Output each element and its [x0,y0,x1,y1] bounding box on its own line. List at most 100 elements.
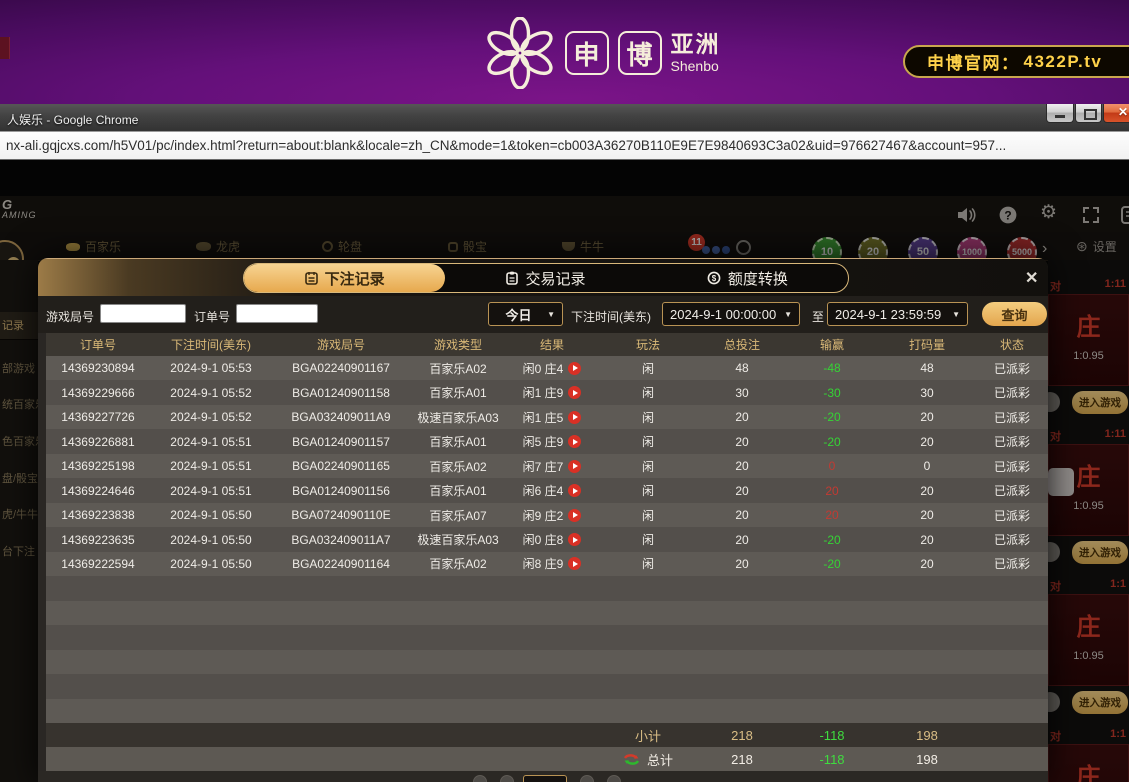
close-modal-button[interactable]: ✕ [1025,268,1038,288]
cell-game: 百家乐A01 [410,482,506,499]
cell-round: BGA0724090110E [272,508,410,522]
screen: 申 博 亚洲 Shenbo 申博官网： 4322P.tv 人娱乐 - Googl… [0,0,1129,782]
cell-order: 14369226881 [46,435,150,449]
modal-tabs: 下注记录 交易记录 $ 额度转换 [243,263,849,293]
replay-play-button[interactable] [568,484,581,497]
pagination-next-button[interactable] [580,775,594,782]
cell-turnover: 48 [878,361,976,375]
pagination-first-button[interactable] [473,775,487,782]
search-button[interactable]: 查询 [982,302,1047,326]
replay-play-button[interactable] [568,435,581,448]
table-row[interactable]: 14369223838 2024-9-1 05:50 BGA0724090110… [46,503,1048,527]
cell-play: 闲 [598,360,698,377]
col-win: 输赢 [786,336,878,353]
table-row[interactable]: 14369226881 2024-9-1 05:51 BGA0124090115… [46,429,1048,453]
maximize-button[interactable] [1075,104,1102,123]
replay-play-button[interactable] [568,509,581,522]
cell-result: 闲6 庄4 [506,482,598,499]
black-strip [0,160,1129,196]
cell-time: 2024-9-1 05:53 [150,361,272,375]
cell-time: 2024-9-1 05:50 [150,533,272,547]
replay-play-button[interactable] [568,411,581,424]
replay-play-button[interactable] [568,557,581,570]
credit-transfer-icon: $ [707,271,721,285]
pagination-page-input[interactable] [523,775,567,782]
cell-game: 百家乐A02 [410,360,506,377]
pagination-last-button[interactable] [607,775,621,782]
table-header: 订单号 下注时间(美东) 游戏局号 游戏类型 结果 玩法 总投注 输赢 打码量 … [46,333,1048,356]
bet-records-modal: 下注记录 交易记录 $ 额度转换 [38,258,1048,782]
logo-char-shen: 申 [565,31,609,75]
replay-play-button[interactable] [568,533,581,546]
window-titlebar[interactable] [0,104,1129,132]
time-from-select[interactable]: 2024-9-1 00:00:00▼ [662,302,800,326]
cell-order: 14369227726 [46,410,150,424]
cell-game: 百家乐A02 [410,555,506,572]
cell-turnover: 20 [878,557,976,571]
cell-status: 已派彩 [976,360,1048,377]
cell-bet: 20 [698,533,786,547]
table-row[interactable]: 14369222594 2024-9-1 05:50 BGA0224090116… [46,552,1048,576]
table-row[interactable]: 14369230894 2024-9-1 05:53 BGA0224090116… [46,356,1048,380]
replay-play-button[interactable] [568,386,581,399]
cell-time: 2024-9-1 05:52 [150,410,272,424]
cell-order: 14369225198 [46,459,150,473]
close-window-button[interactable]: ✕ [1103,104,1129,123]
tab-credit-transfer[interactable]: $ 额度转换 [647,264,848,292]
maximize-icon [1084,109,1097,120]
cell-play: 闲 [598,531,698,548]
cell-play: 闲 [598,482,698,499]
chevron-down-icon: ▼ [784,310,792,319]
col-turnover: 打码量 [878,336,976,353]
refresh-swap-icon[interactable] [623,753,640,766]
cell-game: 百家乐A01 [410,433,506,450]
cell-order: 14369223635 [46,533,150,547]
game-round-input[interactable] [100,304,186,323]
date-range-select[interactable]: 今日▼ [488,302,563,326]
cell-order: 14369229666 [46,386,150,400]
table-row[interactable]: 14369225198 2024-9-1 05:51 BGA0224090116… [46,454,1048,478]
cell-play: 闲 [598,458,698,475]
replay-play-button[interactable] [568,362,581,375]
cell-round: BGA032409011A7 [272,533,410,547]
tab-bet-records[interactable]: 下注记录 [244,264,445,292]
table-row[interactable]: 14369227726 2024-9-1 05:52 BGA032409011A… [46,405,1048,429]
cell-result: 闲1 庄9 [506,384,598,401]
subtotal-win: -118 [786,728,878,743]
address-bar[interactable]: nx-ali.gqjcxs.com/h5V01/pc/index.html?re… [0,131,1129,160]
to-label: 至 [812,308,824,325]
cell-round: BGA01240901158 [272,386,410,400]
game-round-label: 游戏局号 [46,308,94,325]
order-no-input[interactable] [236,304,318,323]
pagination-prev-button[interactable] [500,775,514,782]
records-table: 订单号 下注时间(美东) 游戏局号 游戏类型 结果 玩法 总投注 输赢 打码量 … [46,333,1048,771]
table-row-empty [46,699,1048,723]
cell-order: 14369230894 [46,361,150,375]
cell-bet: 20 [698,557,786,571]
col-result: 结果 [506,336,598,353]
tab-transactions[interactable]: 交易记录 [445,264,646,292]
time-to-select[interactable]: 2024-9-1 23:59:59▼ [827,302,968,326]
table-row-empty [46,674,1048,698]
transactions-icon [506,271,518,285]
cell-round: BGA02240901164 [272,557,410,571]
subtotal-bet: 218 [698,728,786,743]
cell-turnover: 20 [878,484,976,498]
official-site-pill[interactable]: 申博官网： 4322P.tv [903,45,1129,78]
table-row[interactable]: 14369224646 2024-9-1 05:51 BGA0124090115… [46,478,1048,502]
official-site-label: 申博官网： [927,49,1020,74]
minimize-icon [1055,115,1065,118]
total-turnover: 198 [878,752,976,767]
cell-game: 极速百家乐A03 [410,409,506,426]
table-row[interactable]: 14369223635 2024-9-1 05:50 BGA032409011A… [46,527,1048,551]
flower-logo-icon [484,17,556,89]
table-row[interactable]: 14369229666 2024-9-1 05:52 BGA0124090115… [46,380,1048,404]
cell-order: 14369222594 [46,557,150,571]
replay-play-button[interactable] [568,460,581,473]
logo-char-bo: 博 [618,31,662,75]
minimize-button[interactable] [1046,104,1074,123]
cell-status: 已派彩 [976,433,1048,450]
total-win: -118 [786,752,878,767]
subtotal-label: 小计 [598,726,698,745]
cell-win: -20 [786,557,878,571]
